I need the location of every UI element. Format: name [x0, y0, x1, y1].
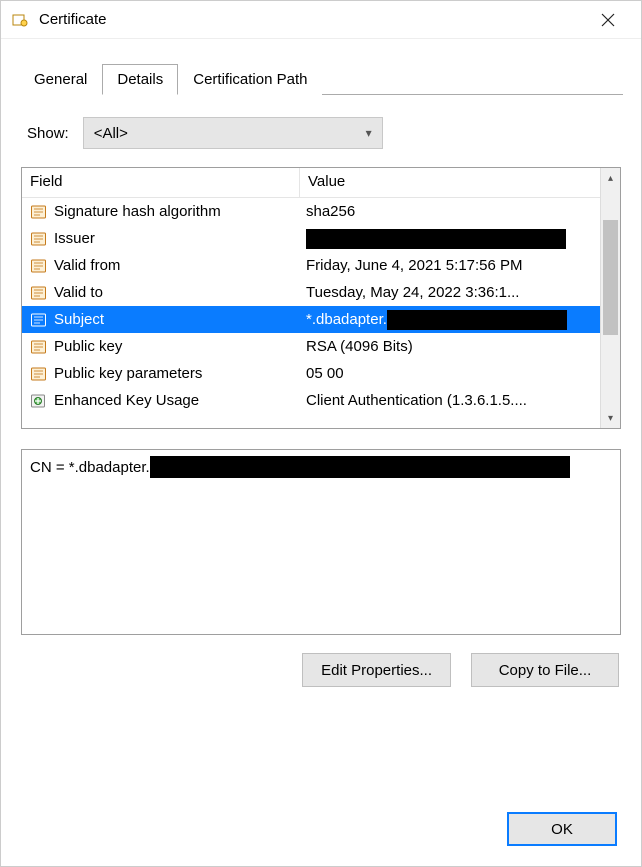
scrollbar-vertical[interactable]: ▴ ▾	[600, 168, 620, 428]
redacted-block	[387, 310, 567, 330]
cell-field: Valid from	[22, 257, 300, 274]
cell-field: Enhanced Key Usage	[22, 392, 300, 409]
detail-pane[interactable]: CN = *.dbadapter.	[21, 449, 621, 635]
table-row[interactable]: Issuer	[22, 225, 620, 252]
field-text: Subject	[54, 311, 104, 328]
dialog-footer: OK	[1, 794, 641, 866]
cell-field: Subject	[22, 311, 300, 328]
cell-value: Friday, June 4, 2021 5:17:56 PM	[300, 257, 620, 274]
titlebar: Certificate	[1, 1, 641, 39]
edit-properties-button[interactable]: Edit Properties...	[302, 653, 451, 687]
tab-certification-path[interactable]: Certification Path	[178, 64, 322, 95]
dialog-content: General Details Certification Path Show:…	[1, 39, 641, 794]
scroll-thumb[interactable]	[603, 220, 618, 335]
field-text: Public key	[54, 338, 122, 355]
action-buttons: Edit Properties... Copy to File...	[19, 653, 619, 687]
scroll-track[interactable]	[601, 188, 620, 408]
field-text: Issuer	[54, 230, 95, 247]
value-text: *.dbadapter.	[306, 310, 387, 327]
cell-value	[300, 229, 620, 249]
certificate-icon	[11, 11, 29, 29]
field-text: Valid to	[54, 284, 103, 301]
tab-strip: General Details Certification Path	[19, 63, 623, 95]
certificate-window: Certificate General Details Certificatio…	[0, 0, 642, 867]
redacted-block	[306, 229, 566, 249]
field-text: Enhanced Key Usage	[54, 392, 199, 409]
cell-field: Public key	[22, 338, 300, 355]
copy-to-file-button[interactable]: Copy to File...	[471, 653, 619, 687]
field-text: Valid from	[54, 257, 120, 274]
table-row[interactable]: Public key RSA (4096 Bits)	[22, 333, 620, 360]
column-header-field[interactable]: Field	[22, 168, 300, 198]
cell-field: Signature hash algorithm	[22, 203, 300, 220]
cell-field: Issuer	[22, 230, 300, 247]
cell-value: sha256	[300, 203, 620, 220]
window-title: Certificate	[39, 11, 585, 28]
cell-field: Public key parameters	[22, 365, 300, 382]
close-button[interactable]	[585, 4, 631, 36]
table-row[interactable]: Valid to Tuesday, May 24, 2022 3:36:1...	[22, 279, 620, 306]
cell-value: 05 00	[300, 365, 620, 382]
scroll-up-icon[interactable]: ▴	[601, 168, 620, 188]
cell-value: *.dbadapter.	[300, 310, 620, 330]
table-row[interactable]: Subject *.dbadapter.	[22, 306, 620, 333]
scroll-down-icon[interactable]: ▾	[601, 408, 620, 428]
tab-details[interactable]: Details	[102, 64, 178, 95]
redacted-block	[150, 456, 570, 478]
detail-prefix: CN = *.dbadapter.	[30, 459, 150, 476]
field-text: Signature hash algorithm	[54, 203, 221, 220]
field-text: Public key parameters	[54, 365, 202, 382]
cell-field: Valid to	[22, 284, 300, 301]
table-row[interactable]: Enhanced Key Usage Client Authentication …	[22, 387, 620, 414]
cell-value: Tuesday, May 24, 2022 3:36:1...	[300, 284, 620, 301]
cell-value: Client Authentication (1.3.6.1.5....	[300, 392, 620, 409]
table-row[interactable]: Valid from Friday, June 4, 2021 5:17:56 P…	[22, 252, 620, 279]
detail-text-line: CN = *.dbadapter.	[30, 456, 612, 478]
show-value: <All>	[94, 125, 128, 142]
show-row: Show: <All> ▾	[27, 117, 619, 149]
show-label: Show:	[27, 125, 69, 142]
fields-list: Field Value Signature hash algorithm sha2…	[21, 167, 621, 429]
list-body: Signature hash algorithm sha256 Issuer Vali…	[22, 198, 620, 428]
table-row[interactable]: Signature hash algorithm sha256	[22, 198, 620, 225]
cell-value: RSA (4096 Bits)	[300, 338, 620, 355]
tab-general[interactable]: General	[19, 64, 102, 95]
show-combobox[interactable]: <All> ▾	[83, 117, 383, 149]
list-header: Field Value	[22, 168, 620, 198]
table-row[interactable]: Public key parameters 05 00	[22, 360, 620, 387]
ok-button[interactable]: OK	[507, 812, 617, 846]
chevron-down-icon: ▾	[366, 126, 372, 140]
column-header-value[interactable]: Value	[300, 168, 620, 198]
